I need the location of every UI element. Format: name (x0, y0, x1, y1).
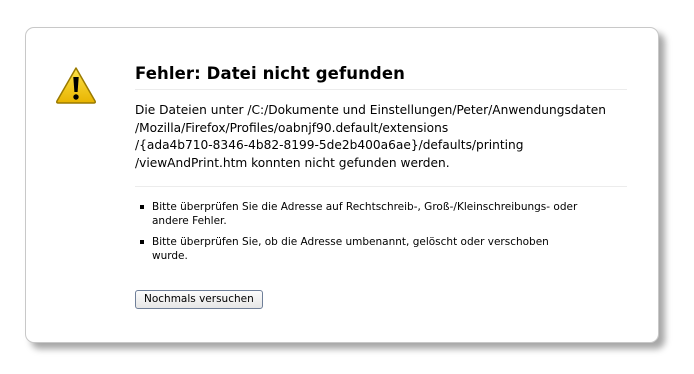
suggestion-text: Bitte überprüfen Sie die Adresse auf Rec… (152, 201, 578, 227)
bullet-icon (140, 240, 144, 244)
retry-button[interactable]: Nochmals versuchen (135, 290, 263, 309)
error-description-line: /Mozilla/Firefox/Profiles/oabnjf90.defau… (135, 120, 449, 135)
suggestion-item: Bitte überprüfen Sie, ob die Adresse umb… (140, 235, 582, 263)
suggestion-item: Bitte überprüfen Sie die Adresse auf Rec… (140, 200, 582, 228)
warning-icon (55, 67, 97, 104)
error-page: Fehler: Datei nicht gefunden Die Dateien… (25, 27, 659, 343)
error-title: Fehler: Datei nicht gefunden (135, 64, 627, 90)
error-description-line: /{ada4b710-8346-4b82-8199-5de2b400a6ae}/… (135, 138, 524, 152)
error-description: Die Dateien unter /C:/Dokumente und Eins… (135, 102, 627, 187)
error-description-line: /viewAndPrint.htm konnten nicht gefunden… (135, 155, 450, 170)
error-description-line: Die Dateien unter /C:/Dokumente und Eins… (135, 103, 607, 117)
error-content: Fehler: Datei nicht gefunden Die Dateien… (135, 64, 627, 270)
suggestion-list: Bitte überprüfen Sie die Adresse auf Rec… (135, 200, 627, 263)
suggestion-text: Bitte überprüfen Sie, ob die Adresse umb… (152, 236, 549, 262)
bullet-icon (140, 205, 144, 209)
